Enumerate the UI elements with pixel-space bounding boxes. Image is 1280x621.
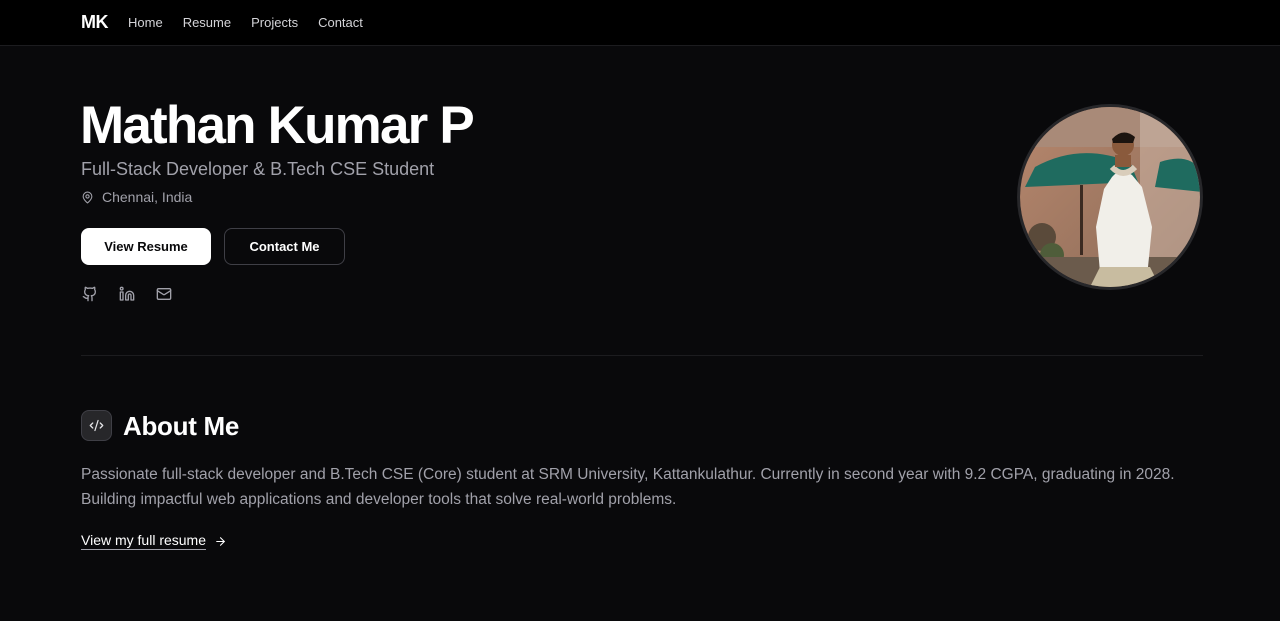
view-resume-button[interactable]: View Resume — [81, 228, 211, 265]
location: Chennai, India — [81, 188, 192, 206]
profile-avatar — [1017, 104, 1203, 290]
top-navbar: MK Home Resume Projects Contact — [0, 0, 1280, 46]
location-text: Chennai, India — [102, 189, 193, 205]
view-full-resume-label: View my full resume — [81, 532, 207, 550]
view-full-resume-link[interactable]: View my full resume — [81, 532, 227, 550]
nav-link-contact[interactable]: Contact — [318, 15, 363, 30]
social-links — [81, 285, 192, 302]
about-text: Passionate full-stack developer and B.Te… — [81, 466, 1175, 508]
logo[interactable]: MK — [81, 12, 109, 33]
profile-photo — [1020, 107, 1200, 287]
nav-link-resume[interactable]: Resume — [183, 15, 231, 30]
map-pin-icon — [82, 191, 93, 203]
hero-subtitle: Full-Stack Developer & B.Tech CSE Studen… — [81, 159, 435, 179]
contact-me-button[interactable]: Contact Me — [224, 228, 345, 265]
about-title: About Me — [123, 411, 240, 441]
mail-icon[interactable] — [155, 285, 172, 302]
linkedin-icon[interactable] — [118, 285, 135, 302]
nav-container: MK Home Resume Projects Contact — [81, 0, 383, 45]
section-divider — [81, 355, 1203, 356]
github-icon[interactable] — [81, 285, 98, 302]
code-icon — [81, 410, 112, 441]
hero-name: Mathan Kumar P — [80, 96, 475, 155]
arrow-right-icon — [216, 536, 225, 546]
nav-link-projects[interactable]: Projects — [251, 15, 298, 30]
nav-link-home[interactable]: Home — [128, 15, 163, 30]
